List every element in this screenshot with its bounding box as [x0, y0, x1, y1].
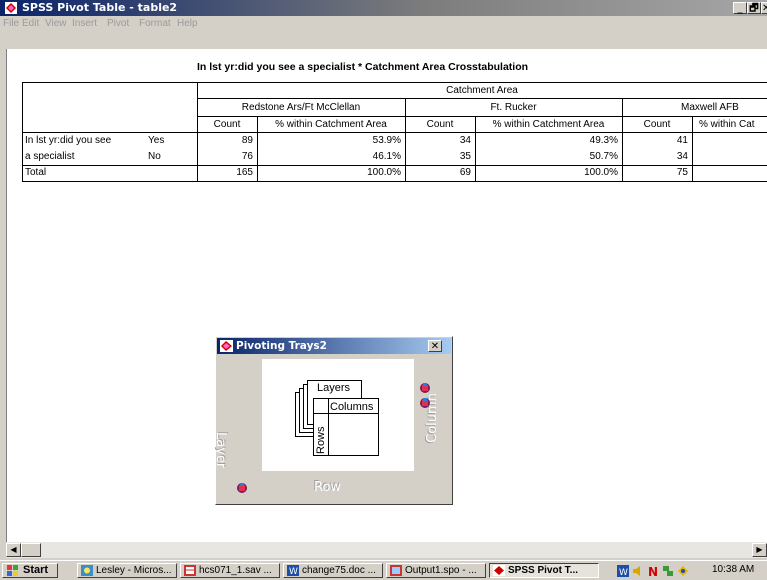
table-cell[interactable]: 34: [405, 135, 471, 146]
taskbar-item-outlook[interactable]: Lesley - Micros...: [77, 563, 177, 578]
header-catchment-area[interactable]: Catchment Area: [197, 85, 767, 96]
pivot-icon[interactable]: [419, 382, 431, 394]
grid-line: [22, 132, 767, 133]
norton-icon[interactable]: N: [647, 565, 659, 577]
word-tray-icon[interactable]: W: [617, 565, 629, 577]
table-cell[interactable]: 49.3%: [475, 135, 618, 146]
header-area-maxwell[interactable]: Maxwell AFB: [681, 102, 767, 113]
header-pct[interactable]: % within Catchment Area: [257, 119, 405, 130]
close-button[interactable]: ✕: [761, 2, 767, 14]
table-title: In lst yr:did you see a specialist * Cat…: [197, 61, 529, 73]
grid-line: [197, 116, 767, 117]
taskbar-item-label: Lesley - Micros...: [96, 565, 172, 576]
outlook-icon: [81, 565, 93, 576]
table-bottom-border: [22, 181, 767, 182]
header-pct[interactable]: % within Catchment Area: [475, 119, 622, 130]
scroll-left-button[interactable]: ◀: [6, 543, 21, 557]
menu-format[interactable]: Format: [139, 18, 171, 29]
table-cell[interactable]: 46.1%: [257, 151, 401, 162]
header-pct[interactable]: % within Cat: [699, 119, 767, 130]
header-area-rucker[interactable]: Ft. Rucker: [405, 102, 622, 113]
dialog-close-button[interactable]: ✕: [428, 340, 442, 352]
row-variable-label[interactable]: a specialist: [25, 151, 145, 162]
table-cell[interactable]: 53.9%: [257, 135, 401, 146]
table-cell[interactable]: 76: [197, 151, 253, 162]
svg-text:W: W: [619, 568, 628, 577]
grid-line: [197, 98, 767, 99]
row-label-total[interactable]: Total: [25, 167, 145, 178]
row-label-no[interactable]: No: [148, 151, 188, 162]
table-cell[interactable]: 75: [622, 167, 688, 178]
horizontal-scrollbar[interactable]: [6, 542, 767, 558]
minimize-button[interactable]: _: [733, 2, 747, 14]
utility-icon[interactable]: [677, 565, 689, 577]
taskbar-item-spss-pivot[interactable]: SPSS Pivot T...: [489, 563, 599, 578]
header-count[interactable]: Count: [197, 119, 257, 130]
menu-help[interactable]: Help: [177, 18, 198, 29]
taskbar-clock: 10:38 AM: [712, 564, 755, 575]
pivot-icon[interactable]: [419, 397, 431, 409]
start-button[interactable]: Start: [2, 563, 58, 578]
svg-text:W: W: [289, 567, 298, 576]
menu-pivot[interactable]: Pivot: [107, 18, 129, 29]
grid-line: [692, 116, 693, 182]
menu-file[interactable]: File: [3, 18, 19, 29]
table-cell[interactable]: 89: [197, 135, 253, 146]
row-variable-label[interactable]: In lst yr:did you see: [25, 135, 145, 146]
spss-pivot-icon: [493, 565, 505, 576]
network-icon[interactable]: [662, 565, 674, 577]
table-cell[interactable]: 50.7%: [475, 151, 618, 162]
pivot-dialog-icon: [220, 340, 233, 352]
spss-data-icon: [184, 565, 196, 576]
word-icon: W: [287, 565, 299, 576]
table-cell[interactable]: 34: [622, 151, 688, 162]
menu-edit[interactable]: Edit: [22, 18, 39, 29]
diagram-layers-label: Layers: [317, 382, 351, 394]
start-label: Start: [23, 564, 49, 576]
speaker-icon[interactable]: [632, 565, 644, 577]
svg-text:N: N: [648, 565, 658, 577]
table-cell[interactable]: 100.0%: [475, 167, 618, 178]
layer-tray[interactable]: Layer: [213, 432, 228, 468]
scroll-thumb[interactable]: [21, 543, 41, 557]
taskbar-item-word[interactable]: W change75.doc ...: [283, 563, 383, 578]
taskbar-item-label: Output1.spo - ...: [405, 565, 477, 576]
menu-view[interactable]: View: [45, 18, 67, 29]
table-cell[interactable]: 41: [622, 135, 688, 146]
scroll-right-button[interactable]: ▶: [752, 543, 767, 557]
header-area-redstone[interactable]: Redstone Ars/Ft McClellan: [197, 102, 405, 113]
restore-button[interactable]: 🗗: [747, 2, 761, 14]
pivot-icon[interactable]: [236, 482, 248, 494]
table-cell[interactable]: 69: [405, 167, 471, 178]
table-top-border: [22, 82, 767, 83]
menu-insert[interactable]: Insert: [72, 18, 97, 29]
window-title: SPSS Pivot Table - table2: [22, 1, 178, 14]
taskbar-item-label: hcs071_1.sav ...: [199, 565, 272, 576]
row-label-yes[interactable]: Yes: [148, 135, 188, 146]
grid-line: [22, 165, 767, 166]
header-count[interactable]: Count: [622, 119, 692, 130]
quick-launch-icons: W N: [617, 565, 697, 577]
grid-line: [22, 82, 23, 182]
taskbar-item-label: change75.doc ...: [302, 565, 376, 576]
diagram-columns-label: Columns: [330, 401, 374, 413]
diagram-rows-label: Rows: [315, 426, 327, 454]
taskbar-item-spss-output[interactable]: Output1.spo - ...: [386, 563, 486, 578]
dialog-title: Pivoting Trays2: [236, 340, 327, 352]
spss-app-icon: [5, 2, 17, 14]
header-count[interactable]: Count: [405, 119, 475, 130]
row-tray[interactable]: Row: [314, 480, 341, 495]
windows-logo-icon: [7, 565, 18, 576]
spss-output-icon: [390, 565, 402, 576]
table-cell[interactable]: 100.0%: [257, 167, 401, 178]
taskbar-item-label: SPSS Pivot T...: [508, 565, 579, 576]
taskbar-item-spss-data[interactable]: hcs071_1.sav ...: [180, 563, 280, 578]
table-cell[interactable]: 165: [197, 167, 253, 178]
table-cell[interactable]: 35: [405, 151, 471, 162]
